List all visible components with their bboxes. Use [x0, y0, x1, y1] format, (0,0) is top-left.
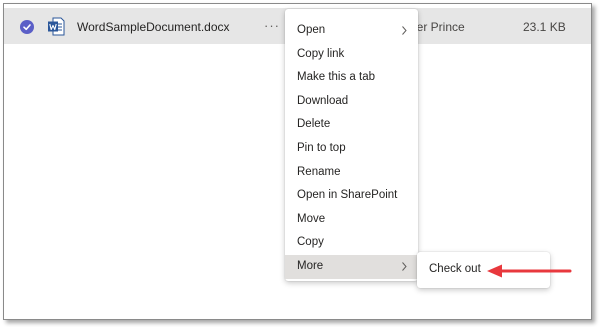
menu-item-rename[interactable]: Rename — [285, 161, 418, 185]
chevron-right-icon — [402, 26, 407, 35]
menu-item-label: Copy link — [297, 47, 345, 60]
menu-item-copy[interactable]: Copy — [285, 231, 418, 255]
menu-item-more[interactable]: More — [285, 254, 418, 279]
check-circle-icon[interactable] — [20, 20, 34, 34]
menu-item-label: Move — [297, 212, 326, 225]
menu-item-label: Download — [297, 94, 349, 107]
menu-item-make-tab[interactable]: Make this a tab — [285, 66, 418, 90]
menu-item-label: Copy — [297, 236, 324, 249]
menu-item-pin-to-top[interactable]: Pin to top — [285, 137, 418, 161]
menu-item-label: Open — [297, 24, 326, 36]
menu-item-label: More — [297, 259, 324, 272]
more-options-icon[interactable]: ··· — [264, 18, 280, 33]
file-name[interactable]: WordSampleDocument.docx — [77, 20, 230, 34]
file-list-panel: WordSampleDocument.docx ··· mber Prince … — [3, 3, 592, 320]
menu-item-label: Rename — [297, 165, 341, 178]
menu-item-check-out[interactable]: Check out — [429, 263, 481, 275]
menu-item-open-in-sharepoint[interactable]: Open in SharePoint — [285, 184, 418, 208]
menu-item-label: Open in SharePoint — [297, 189, 398, 202]
menu-item-label: Make this a tab — [297, 71, 375, 84]
menu-item-label: Delete — [297, 118, 331, 131]
menu-item-open[interactable]: Open — [285, 19, 418, 43]
word-document-icon — [48, 17, 65, 36]
chevron-right-icon — [402, 262, 407, 271]
menu-item-download[interactable]: Download — [285, 90, 418, 114]
file-size: 23.1 KB — [523, 20, 566, 34]
arrow-left-icon — [487, 264, 572, 278]
context-menu: Open Copy link Make this a tab Download … — [285, 9, 418, 281]
menu-item-move[interactable]: Move — [285, 208, 418, 232]
menu-item-label: Pin to top — [297, 141, 346, 154]
menu-item-copy-link[interactable]: Copy link — [285, 43, 418, 67]
menu-item-delete[interactable]: Delete — [285, 113, 418, 137]
